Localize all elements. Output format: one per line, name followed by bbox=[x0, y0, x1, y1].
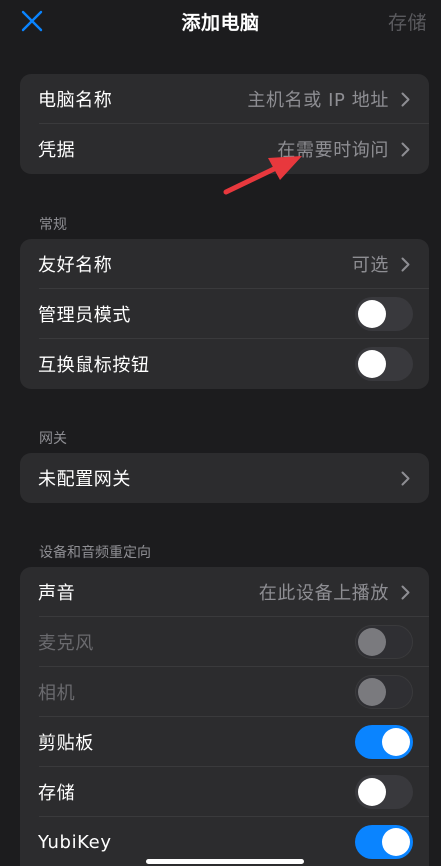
redirect-group: 声音 在此设备上播放 麦克风 相机 剪贴板 存储 YubiKey bbox=[20, 567, 429, 866]
yubikey-toggle[interactable] bbox=[355, 825, 413, 859]
general-group: 友好名称 可选 管理员模式 互换鼠标按钮 bbox=[20, 239, 429, 389]
gateway-label: 未配置网关 bbox=[38, 469, 131, 490]
clipboard-toggle[interactable] bbox=[355, 725, 413, 759]
toggle-knob bbox=[358, 628, 386, 656]
toggle-knob bbox=[358, 678, 386, 706]
storage-toggle[interactable] bbox=[355, 775, 413, 809]
toggle-knob bbox=[358, 300, 386, 328]
microphone-label: 麦克风 bbox=[38, 633, 94, 654]
sound-value: 在此设备上播放 bbox=[258, 583, 389, 604]
pc-name-row[interactable]: 电脑名称 主机名或 IP 地址 bbox=[20, 74, 429, 124]
toggle-knob bbox=[358, 778, 386, 806]
chevron-right-icon bbox=[399, 91, 411, 107]
swap-mouse-row: 互换鼠标按钮 bbox=[20, 339, 429, 389]
chevron-right-icon bbox=[399, 141, 411, 157]
clipboard-label: 剪贴板 bbox=[38, 733, 94, 754]
admin-mode-row: 管理员模式 bbox=[20, 289, 429, 339]
credentials-label: 凭据 bbox=[38, 140, 76, 161]
add-pc-screen: 添加电脑 存储 电脑名称 主机名或 IP 地址 凭据 在需要时询问 常规 友好名… bbox=[0, 0, 441, 866]
pc-name-label: 电脑名称 bbox=[38, 90, 113, 111]
pc-name-value: 主机名或 IP 地址 bbox=[247, 90, 389, 111]
friendly-name-label: 友好名称 bbox=[38, 255, 113, 276]
toggle-knob bbox=[382, 728, 410, 756]
microphone-row: 麦克风 bbox=[20, 617, 429, 667]
gateway-row[interactable]: 未配置网关 bbox=[20, 453, 429, 503]
chevron-right-icon bbox=[399, 584, 411, 600]
annotation-arrow-icon bbox=[223, 156, 302, 195]
swap-mouse-label: 互换鼠标按钮 bbox=[38, 355, 150, 376]
admin-mode-toggle[interactable] bbox=[355, 297, 413, 331]
friendly-name-row[interactable]: 友好名称 可选 bbox=[20, 239, 429, 289]
redirect-section-header: 设备和音频重定向 bbox=[39, 545, 151, 561]
chevron-right-icon bbox=[399, 470, 411, 486]
storage-row: 存储 bbox=[20, 767, 429, 817]
chevron-right-icon bbox=[399, 256, 411, 272]
gateway-section-header: 网关 bbox=[39, 431, 67, 447]
general-section-header: 常规 bbox=[39, 217, 67, 233]
microphone-toggle[interactable] bbox=[355, 625, 413, 659]
storage-label: 存储 bbox=[38, 783, 76, 804]
gateway-group: 未配置网关 bbox=[20, 453, 429, 503]
save-button[interactable]: 存储 bbox=[388, 8, 427, 35]
camera-toggle[interactable] bbox=[355, 675, 413, 709]
toggle-knob bbox=[382, 828, 410, 856]
swap-mouse-toggle[interactable] bbox=[355, 347, 413, 381]
home-indicator bbox=[146, 859, 304, 864]
yubikey-label: YubiKey bbox=[38, 831, 112, 853]
nav-bar: 添加电脑 存储 bbox=[0, 0, 441, 44]
friendly-name-value: 可选 bbox=[351, 255, 389, 276]
admin-mode-label: 管理员模式 bbox=[38, 305, 131, 326]
sound-label: 声音 bbox=[38, 583, 76, 604]
clipboard-row: 剪贴板 bbox=[20, 717, 429, 767]
camera-row: 相机 bbox=[20, 667, 429, 717]
camera-label: 相机 bbox=[38, 683, 76, 704]
page-title: 添加电脑 bbox=[181, 12, 260, 34]
toggle-knob bbox=[358, 350, 386, 378]
sound-row[interactable]: 声音 在此设备上播放 bbox=[20, 567, 429, 617]
